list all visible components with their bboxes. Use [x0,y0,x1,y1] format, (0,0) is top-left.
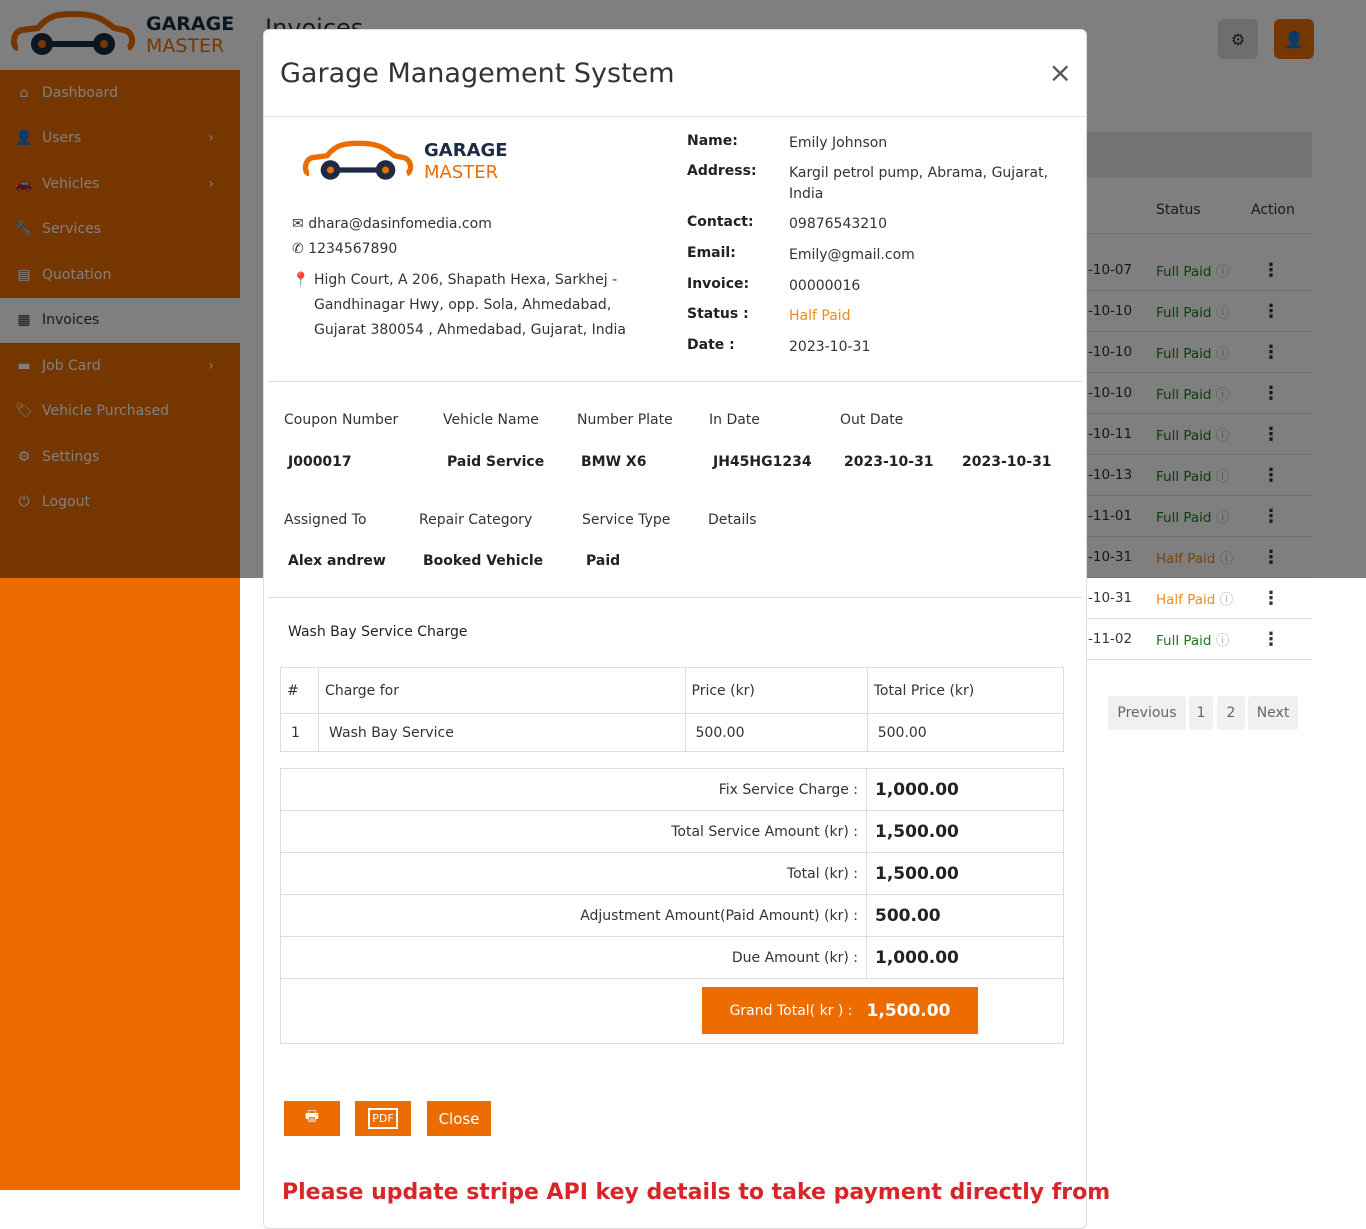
detail-value: Paid Service [447,454,545,470]
phone-icon: ✆ [292,241,304,257]
invoice-modal: Garage Management System × GARAGE MASTER ✉… [263,29,1110,1229]
customer-label: Status : [687,306,749,322]
kebab-menu-icon[interactable]: ⋮ [1262,629,1280,650]
modal-title: Garage Management System [280,57,675,89]
detail-header: Details [708,512,757,528]
printer-icon: 🖶 [304,1107,320,1125]
status-badge: Half Paid ⓘ [1156,592,1234,608]
close-button[interactable]: Close [427,1101,491,1136]
detail-value: 2023-10-31 [962,454,1052,470]
close-icon[interactable]: × [1049,56,1072,89]
info-icon: ⓘ [1215,633,1230,649]
customer-label: Date : [687,337,735,353]
envelope-icon: ✉ [292,216,304,232]
kebab-menu-icon[interactable]: ⋮ [1262,588,1280,609]
detail-value: J000017 [288,454,352,470]
detail-header: Service Type [582,512,671,528]
detail-header: Out Date [840,412,904,428]
pagination-next[interactable]: Next [1248,696,1298,730]
detail-value: Booked Vehicle [423,553,544,569]
detail-header: Assigned To [284,512,367,528]
detail-value: JH45HG1234 [713,454,812,470]
table-row: -11-02 Full Paid ⓘ ⋮ [1080,619,1312,660]
company-address: 📍 High Court, A 206, Shapath Hexa, Sarkhe… [292,268,632,343]
detail-header: Number Plate [577,412,673,428]
status-badge: Full Paid ⓘ [1156,633,1230,649]
logo-line2: MASTER [424,162,499,183]
info-icon: ⓘ [1219,592,1234,608]
customer-label: Contact: [687,214,754,230]
logo-line1: GARAGE [424,140,508,161]
total-row: Adjustment Amount(Paid Amount) (kr) :500… [281,895,1063,937]
pagination-page-2[interactable]: 2 [1217,696,1245,730]
charges-header-row: # Charge for Price (kr) Total Price (kr) [279,667,1065,714]
detail-header: Repair Category [419,512,533,528]
print-button[interactable]: 🖶 [284,1101,340,1136]
customer-value: Emily@gmail.com [789,247,915,263]
stripe-warning: Please update stripe API key details to … [282,1180,1111,1205]
total-row: Total Service Amount (kr) :1,500.00 [281,811,1063,853]
total-row: Total (kr) :1,500.00 [281,853,1063,895]
pagination-previous[interactable]: Previous [1108,696,1186,730]
totals-table: Fix Service Charge :1,000.00 Total Servic… [280,768,1064,1044]
car-wrench-logo-icon [302,140,414,180]
total-row: Fix Service Charge :1,000.00 [281,769,1063,811]
detail-value: Paid [586,553,621,569]
customer-value: Half Paid [789,308,851,324]
customer-label: Address: [687,163,757,179]
total-row: Due Amount (kr) :1,000.00 [281,937,1063,979]
detail-value: 2023-10-31 [844,454,934,470]
pdf-button[interactable]: PDF [355,1101,411,1136]
customer-value: Kargil petrol pump, Abrama, Gujarat, Ind… [789,165,1049,202]
company-email: ✉ dhara@dasinfomedia.com [292,216,492,232]
detail-header: Coupon Number [284,412,399,428]
detail-value: BMW X6 [581,454,647,470]
company-phone: ✆ 1234567890 [292,241,398,257]
customer-label: Name: [687,133,738,149]
customer-value: 2023-10-31 [789,339,871,355]
detail-header: Vehicle Name [443,412,539,428]
pdf-file-icon: PDF [368,1108,398,1129]
charges-table: # Charge for Price (kr) Total Price (kr) 1 Wa… [279,667,1065,752]
customer-label: Invoice: [687,276,750,292]
company-logo: GARAGE MASTER [302,138,508,186]
table-row: 1 Wash Bay Service 500.00 500.00 [279,713,1065,752]
pagination-page-1[interactable]: 1 [1189,696,1213,730]
detail-value: Alex andrew [288,553,386,569]
section-title: Wash Bay Service Charge [288,624,468,640]
table-row: -10-31Half Paid ⓘ⋮ [1080,578,1312,619]
customer-value: Emily Johnson [789,135,888,151]
grand-total: Grand Total( kr ) :1,500.00 [702,987,978,1034]
map-pin-icon: 📍 [292,272,310,288]
detail-header: In Date [709,412,760,428]
customer-value: 09876543210 [789,216,887,232]
customer-label: Email: [687,245,736,261]
customer-value: 00000016 [789,278,861,294]
